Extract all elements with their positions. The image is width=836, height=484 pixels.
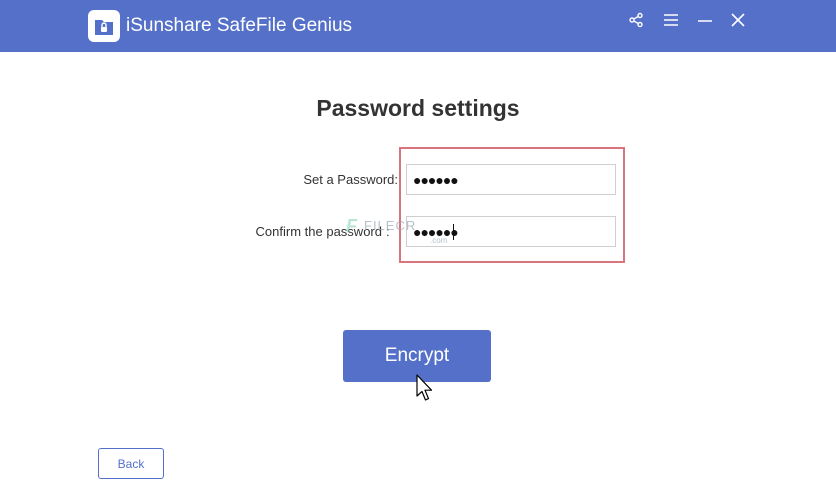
encrypt-button[interactable]: Encrypt bbox=[343, 330, 491, 382]
back-button[interactable]: Back bbox=[98, 448, 164, 479]
share-icon[interactable] bbox=[624, 10, 648, 30]
minimize-icon[interactable] bbox=[693, 10, 717, 30]
app-window: iSunshare SafeFile Genius Password setti… bbox=[0, 0, 836, 484]
confirm-password-label: Confirm the password bbox=[255, 224, 382, 239]
title-bar: iSunshare SafeFile Genius bbox=[0, 0, 836, 52]
page-title: Password settings bbox=[316, 95, 520, 121]
highlight-annotation bbox=[399, 147, 625, 263]
set-password-label: Set a Password: bbox=[303, 172, 398, 187]
app-title: iSunshare SafeFile Genius bbox=[126, 15, 353, 36]
menu-icon[interactable] bbox=[659, 10, 683, 30]
confirm-password-colon: : bbox=[386, 224, 390, 239]
close-icon[interactable] bbox=[726, 10, 750, 30]
app-logo-icon bbox=[88, 10, 120, 42]
